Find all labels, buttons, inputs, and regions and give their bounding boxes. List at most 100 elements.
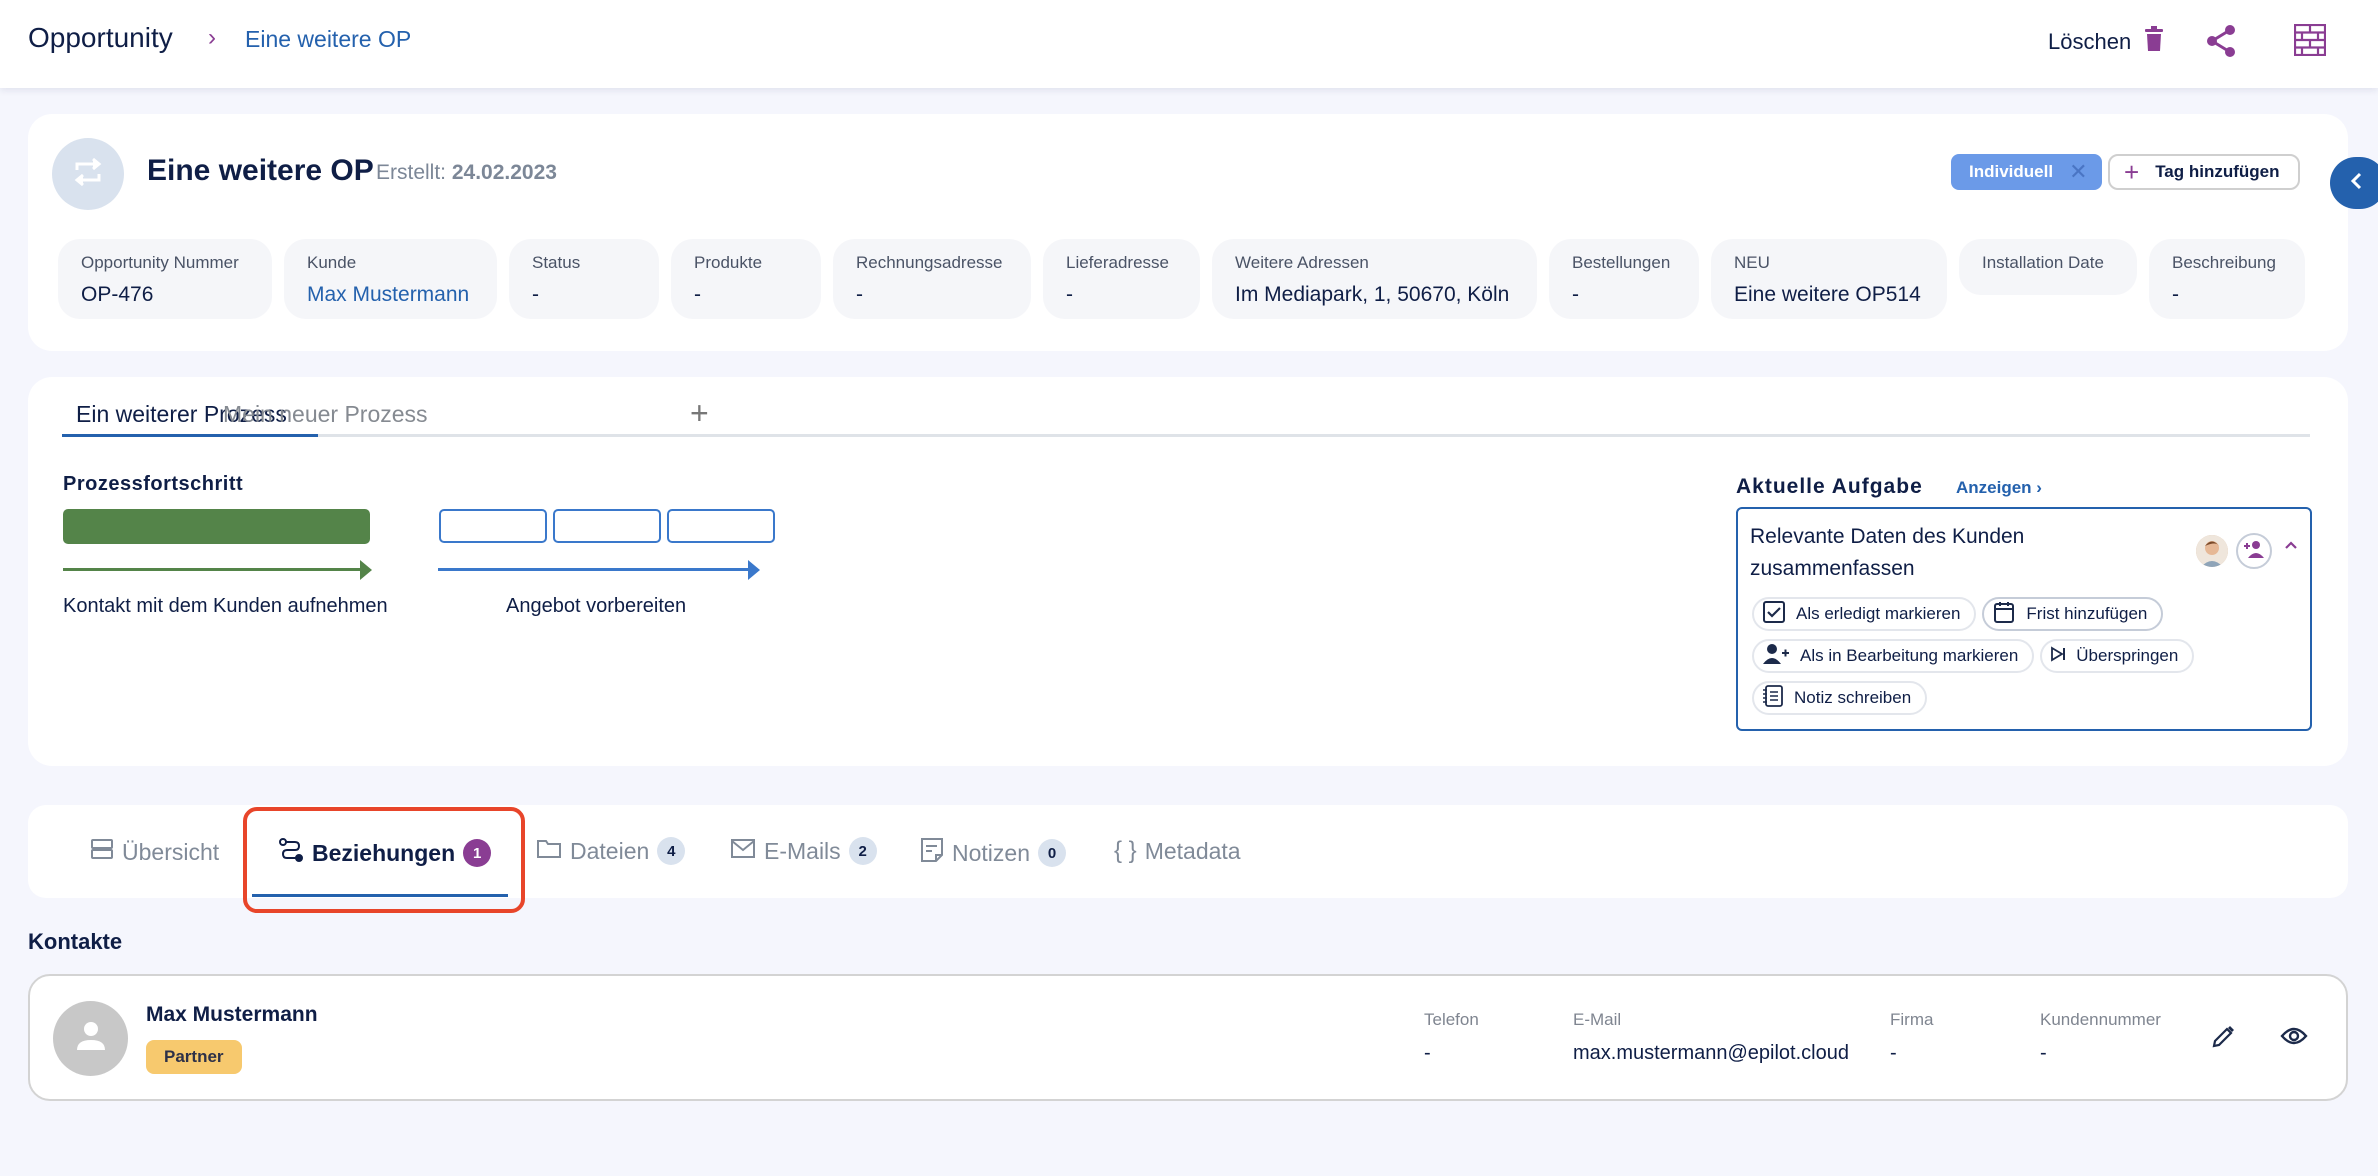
field-value[interactable]: max.mustermann@epilot.cloud	[1573, 1042, 1849, 1065]
attribute-billing-address[interactable]: Rechnungsadresse -	[833, 239, 1031, 319]
relations-icon	[278, 837, 304, 869]
breadcrumb-root[interactable]: Opportunity	[28, 22, 173, 54]
contact-role-tag: Partner	[146, 1040, 242, 1074]
skip-button[interactable]: Überspringen	[2040, 639, 2195, 673]
brick-wall-icon	[2293, 23, 2327, 60]
attribute-label: Lieferadresse	[1066, 253, 1170, 272]
attribute-description[interactable]: Beschreibung -	[2149, 239, 2305, 319]
add-deadline-button[interactable]: Frist hinzufügen	[1982, 597, 2164, 631]
mark-done-button[interactable]: Als erledigt markieren	[1752, 597, 1977, 631]
calendar-icon	[1992, 600, 2016, 629]
entity-header-card: Eine weitere OP Erstellt: 24.02.2023 Ind…	[28, 114, 2348, 351]
attribute-value: Eine weitere OP514	[1734, 283, 1921, 306]
created-date-value: 24.02.2023	[451, 161, 557, 184]
mark-in-progress-button[interactable]: Als in Bearbeitung markieren	[1752, 639, 2035, 673]
phase-arrow-done	[63, 568, 361, 571]
eye-icon	[2280, 1027, 2308, 1050]
attribute-products[interactable]: Produkte -	[671, 239, 821, 319]
chip-label: Als erledigt markieren	[1796, 604, 1961, 623]
write-note-button[interactable]: Notiz schreiben	[1752, 681, 1928, 715]
phase-arrow-open	[438, 568, 748, 571]
attribute-customer[interactable]: Kunde Max Mustermann	[284, 239, 497, 319]
tab-label: E-Mails	[764, 837, 841, 864]
person-add-icon	[2243, 540, 2265, 563]
add-process-icon[interactable]: +	[690, 395, 709, 432]
add-tag-label: Tag hinzufügen	[2155, 162, 2280, 181]
attribute-label: Rechnungsadresse	[856, 253, 1003, 272]
attribute-orders[interactable]: Bestellungen -	[1549, 239, 1699, 319]
top-bar: Opportunity › Eine weitere OP Löschen	[0, 0, 2378, 88]
tab-notes[interactable]: Notizen 0	[920, 837, 1066, 869]
breadcrumb-current: Eine weitere OP	[245, 26, 412, 52]
tab-label: Notizen	[952, 839, 1030, 866]
current-task-heading: Aktuelle Aufgabe	[1736, 475, 1923, 498]
attribute-value: -	[856, 283, 863, 306]
entity-avatar	[52, 138, 124, 210]
attribute-further-addresses[interactable]: Weitere Adressen Im Mediapark, 1, 50670,…	[1212, 239, 1537, 319]
notebook-icon	[1762, 684, 1784, 713]
share-button[interactable]	[2206, 24, 2236, 63]
phase-step-open[interactable]	[667, 509, 775, 543]
tab-label: Beziehungen	[312, 839, 456, 866]
task-actions: Als erledigt markieren Frist hinzufügen …	[1752, 597, 2292, 715]
contact-card[interactable]: Max Mustermann Partner Telefon - E-Mail …	[28, 974, 2348, 1101]
swap-arrows-icon	[70, 154, 106, 195]
add-assignee-button[interactable]	[2236, 533, 2272, 569]
attribute-value: -	[694, 283, 701, 306]
attribute-installation-date[interactable]: Installation Date	[1959, 239, 2137, 295]
process-tab[interactable]: Mein neuer Prozess	[223, 401, 428, 428]
delete-button[interactable]: Löschen	[2048, 26, 2165, 57]
tab-overview[interactable]: Übersicht	[90, 837, 219, 867]
phase-label: Kontakt mit dem Kunden aufnehmen	[63, 595, 388, 617]
attribute-value: -	[2172, 283, 2179, 306]
person-add-icon	[1762, 643, 1790, 670]
attribute-status[interactable]: Status -	[509, 239, 659, 319]
add-tag-button[interactable]: + Tag hinzufügen	[2108, 154, 2300, 190]
show-task-label: Anzeigen	[1956, 478, 2032, 497]
view-contact-button[interactable]	[2280, 1026, 2308, 1051]
plus-icon: +	[2124, 156, 2140, 187]
tab-label: Dateien	[570, 837, 650, 864]
attribute-opportunity-number[interactable]: Opportunity Nummer OP-476	[58, 239, 272, 319]
active-tab-underline	[252, 894, 508, 897]
tab-files[interactable]: Dateien 4	[536, 837, 686, 865]
chip-label: Überspringen	[2076, 646, 2179, 665]
remove-tag-icon[interactable]: ✕	[2069, 159, 2087, 185]
attribute-delivery-address[interactable]: Lieferadresse -	[1043, 239, 1200, 319]
attribute-label: Kunde	[307, 253, 357, 272]
process-card: Ein weiterer Prozess Mein neuer Prozess …	[28, 377, 2348, 766]
layout-button[interactable]	[2293, 23, 2327, 61]
field-label: Firma	[1890, 1010, 1934, 1029]
delete-label: Löschen	[2048, 28, 2132, 54]
overview-icon	[90, 837, 114, 867]
contact-field-company: Firma -	[1890, 1010, 1933, 1065]
phase-step-open[interactable]	[553, 509, 661, 543]
attribute-row: Opportunity Nummer OP-476 Kunde Max Must…	[58, 239, 2305, 319]
collapse-button[interactable]	[2284, 537, 2298, 555]
tab-label: Metadata	[1144, 837, 1241, 864]
current-task-box: Relevante Daten des Kunden zusammenfasse…	[1736, 507, 2312, 731]
skip-icon	[2050, 645, 2066, 667]
show-task-link[interactable]: Anzeigen ›	[1956, 478, 2042, 498]
attribute-value: Im Mediapark, 1, 50670, Köln	[1235, 283, 1510, 306]
breadcrumb-separator-icon: ›	[208, 24, 216, 51]
edit-contact-button[interactable]	[2210, 1024, 2236, 1055]
phase-step-done[interactable]	[63, 509, 370, 544]
phase-step-open[interactable]	[439, 509, 547, 543]
tab-metadata[interactable]: { } Metadata	[1114, 837, 1241, 865]
customer-link[interactable]: Max Mustermann	[307, 283, 474, 307]
contact-name[interactable]: Max Mustermann	[146, 1003, 318, 1027]
tab-relations[interactable]: Beziehungen 1	[278, 837, 492, 869]
attribute-label: Weitere Adressen	[1235, 253, 1369, 272]
side-panel-toggle[interactable]	[2330, 157, 2378, 209]
task-name: Relevante Daten des Kunden zusammenfasse…	[1750, 525, 2025, 580]
braces-icon: { }	[1114, 837, 1137, 864]
assignee-avatar[interactable]	[2196, 535, 2228, 567]
attribute-neu[interactable]: NEU Eine weitere OP514	[1711, 239, 1947, 319]
chip-label: Frist hinzufügen	[2026, 604, 2148, 623]
tag-label: Individuell	[1969, 162, 2054, 181]
tab-emails[interactable]: E-Mails 2	[730, 837, 877, 865]
tag-chip[interactable]: Individuell ✕	[1951, 154, 2102, 190]
created-date: Erstellt: 24.02.2023	[376, 161, 557, 185]
tab-count-badge: 4	[657, 837, 686, 865]
